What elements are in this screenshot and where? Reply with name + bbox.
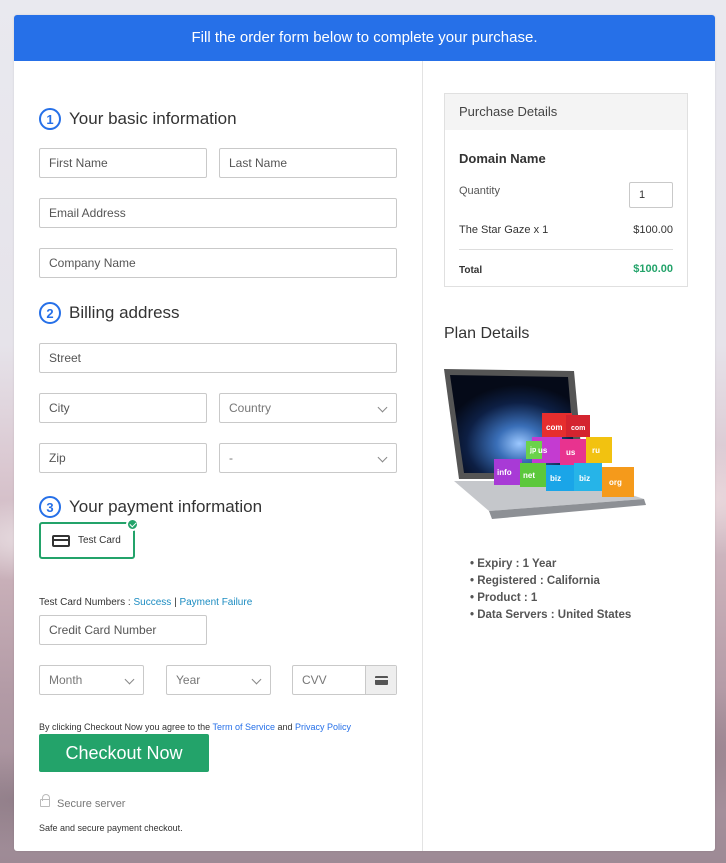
terms-prefix: By clicking Checkout Now you agree to th… xyxy=(39,722,211,732)
list-item: Expiry : 1 Year xyxy=(470,556,631,573)
laptop-domains-image: com com us us ru info net biz biz org jp xyxy=(444,369,646,519)
list-item: Data Servers : United States xyxy=(470,607,631,624)
cvv-input[interactable]: CVV xyxy=(292,665,397,695)
first-name-input[interactable]: First Name xyxy=(39,148,207,178)
cube-label: ru xyxy=(592,446,600,455)
last-name-input[interactable]: Last Name xyxy=(219,148,397,178)
cube-label: net xyxy=(523,471,535,480)
country-select[interactable]: Country xyxy=(219,393,397,423)
lock-icon xyxy=(40,794,50,807)
list-item: Product : 1 xyxy=(470,590,631,607)
card-number-input[interactable]: Credit Card Number xyxy=(39,615,207,645)
zip-input[interactable]: Zip xyxy=(39,443,207,473)
test-card-option[interactable]: Test Card xyxy=(39,518,139,559)
year-select-value: Year xyxy=(176,673,201,687)
month-select-value: Month xyxy=(49,673,83,687)
cvv-card-icon xyxy=(365,666,396,694)
cube-label: com xyxy=(546,423,562,432)
step-2-badge: 2 xyxy=(39,302,61,324)
chevron-down-icon xyxy=(377,452,388,463)
test-numbers-label: Test Card Numbers : xyxy=(39,597,131,608)
cube-label: jp xyxy=(529,447,536,454)
checkout-now-button[interactable]: Checkout Now xyxy=(39,734,209,772)
link-separator: | xyxy=(174,597,177,608)
chevron-down-icon xyxy=(377,402,388,413)
success-link[interactable]: Success xyxy=(133,597,171,608)
check-icon xyxy=(126,518,139,531)
test-card-numbers: Test Card Numbers : Success | Payment Fa… xyxy=(39,597,252,608)
form-column: 1 Your basic information First Name Last… xyxy=(14,61,423,851)
street-input[interactable]: Street xyxy=(39,343,397,373)
purchase-details-title: Purchase Details xyxy=(445,94,687,130)
section-title: Billing address xyxy=(69,303,180,322)
cube-label: biz xyxy=(550,474,561,483)
country-select-value: Country xyxy=(229,401,272,415)
privacy-policy-link[interactable]: Privacy Policy xyxy=(295,722,351,732)
step-3-badge: 3 xyxy=(39,496,61,518)
year-select[interactable]: Year xyxy=(166,665,271,695)
product-name: Domain Name xyxy=(459,151,546,166)
cube-label: biz xyxy=(579,474,590,483)
header-banner: Fill the order form below to complete yo… xyxy=(14,15,715,61)
purchase-details-panel: Purchase Details Domain Name Quantity 1 … xyxy=(444,93,688,287)
company-input[interactable]: Company Name xyxy=(39,248,397,278)
month-select[interactable]: Month xyxy=(39,665,144,695)
credit-card-icon xyxy=(52,534,70,547)
list-item: Registered : California xyxy=(470,573,631,590)
line-item-price: $100.00 xyxy=(633,224,673,236)
plan-details-title: Plan Details xyxy=(444,325,530,342)
payment-failure-link[interactable]: Payment Failure xyxy=(179,597,252,608)
safe-checkout-text: Safe and secure payment checkout. xyxy=(39,823,183,833)
cube-label: us xyxy=(566,448,576,457)
chevron-down-icon xyxy=(251,674,262,685)
plan-details-list: Expiry : 1 Year Registered : California … xyxy=(470,556,631,624)
section-basic-info: 1 Your basic information xyxy=(39,108,237,130)
total-value: $100.00 xyxy=(633,263,673,275)
cube-label: us xyxy=(538,446,548,455)
section-title: Your payment information xyxy=(69,497,263,516)
section-title: Your basic information xyxy=(69,109,237,128)
email-input[interactable]: Email Address xyxy=(39,198,397,228)
section-payment: 3 Your payment information xyxy=(39,496,262,518)
test-card-label: Test Card xyxy=(78,535,121,546)
cube-label: info xyxy=(497,468,512,477)
terms-text: By clicking Checkout Now you agree to th… xyxy=(39,722,351,732)
terms-of-service-link[interactable]: Term of Service xyxy=(212,722,275,732)
quantity-input[interactable]: 1 xyxy=(629,182,673,208)
divider xyxy=(459,249,673,250)
cvv-placeholder: CVV xyxy=(302,673,327,687)
state-select[interactable]: - xyxy=(219,443,397,473)
order-form-card: Fill the order form below to complete yo… xyxy=(14,15,715,851)
city-input[interactable]: City xyxy=(39,393,207,423)
terms-and: and xyxy=(277,722,293,732)
section-billing: 2 Billing address xyxy=(39,302,180,324)
cube-label: org xyxy=(609,478,622,487)
summary-column: Purchase Details Domain Name Quantity 1 … xyxy=(424,61,715,851)
chevron-down-icon xyxy=(124,674,135,685)
state-select-value: - xyxy=(229,451,233,465)
cube-label: com xyxy=(571,425,585,432)
secure-server-text: Secure server xyxy=(57,798,126,810)
step-1-badge: 1 xyxy=(39,108,61,130)
